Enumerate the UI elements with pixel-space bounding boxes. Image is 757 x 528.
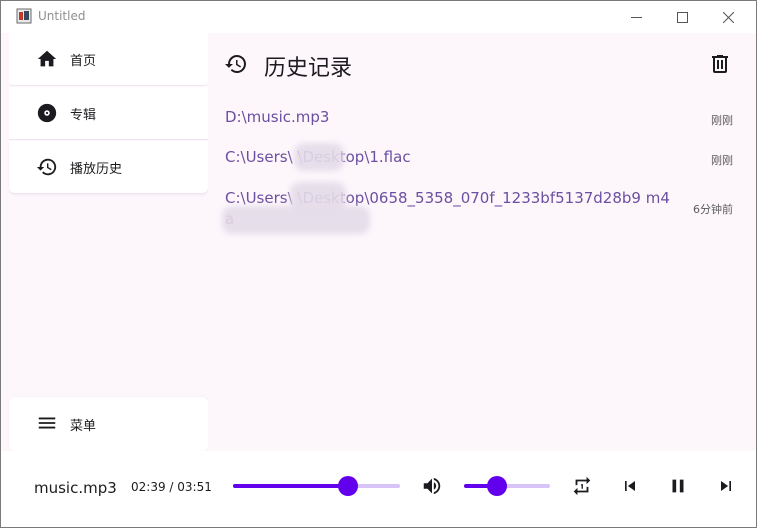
title-bar[interactable]: Untitled: [1, 1, 756, 33]
sidebar: 首页 专辑 播放历史 菜单: [9, 33, 208, 451]
history-item[interactable]: C:\Users\ \Desktop\0658_5358_070f_1233bf…: [208, 182, 749, 236]
minimize-button[interactable]: [613, 1, 659, 33]
main-content: 历史记录 D:\music.mp3 刚刚 C:\Users\ \Desktop\…: [208, 33, 749, 451]
clear-history-button[interactable]: [708, 52, 732, 76]
history-item-path: C:\Users\ \Desktop\1.flac: [225, 148, 411, 166]
close-button[interactable]: [705, 1, 751, 33]
app-icon: [16, 8, 32, 24]
repeat-icon: [573, 476, 591, 496]
history-icon: [36, 156, 58, 178]
next-icon: [721, 481, 731, 491]
sidebar-item-label: 播放历史: [70, 161, 123, 177]
track-time: 02:39 / 03:51: [131, 480, 212, 494]
track-name: music.mp3: [34, 479, 117, 497]
next-button[interactable]: [714, 474, 738, 498]
previous-button[interactable]: [618, 474, 642, 498]
history-item-path: D:\music.mp3: [225, 108, 330, 126]
progress-slider[interactable]: [233, 476, 400, 496]
redaction-blur: [294, 143, 344, 171]
sidebar-item-album[interactable]: 专辑: [9, 87, 208, 140]
home-icon: [36, 48, 58, 70]
menu-icon: [36, 412, 58, 434]
volume-thumb[interactable]: [486, 476, 507, 496]
sidebar-item-history[interactable]: 播放历史: [9, 141, 208, 194]
sidebar-menu-label: 菜单: [70, 418, 97, 434]
sidebar-item-label: 首页: [70, 53, 97, 69]
maximize-icon: [676, 11, 688, 23]
repeat-button[interactable]: [570, 474, 594, 498]
progress-fill: [233, 484, 349, 488]
history-item-time: 6分钟前: [693, 203, 733, 216]
sidebar-item-label: 专辑: [70, 107, 97, 123]
history-item-time: 刚刚: [711, 154, 733, 167]
pause-icon: [672, 479, 684, 493]
close-icon: [722, 11, 734, 23]
history-item[interactable]: D:\music.mp3 刚刚: [208, 107, 749, 137]
sidebar-item-home[interactable]: 首页: [9, 33, 208, 86]
history-item-time: 刚刚: [711, 114, 733, 127]
progress-thumb[interactable]: [338, 476, 359, 496]
app-window: Untitled 首页 专辑 播放历史 菜单 历史记录 D:\music.mp3…: [0, 0, 757, 528]
volume-icon: [423, 477, 441, 495]
volume-button[interactable]: [420, 474, 444, 498]
volume-slider[interactable]: [464, 476, 550, 496]
sidebar-menu-button[interactable]: 菜单: [9, 397, 208, 451]
minimize-icon: [630, 16, 642, 18]
album-icon: [36, 102, 58, 124]
pause-button[interactable]: [666, 474, 690, 498]
previous-icon: [625, 481, 635, 491]
maximize-button[interactable]: [659, 1, 705, 33]
page-title: 历史记录: [264, 56, 353, 81]
history-icon: [225, 55, 246, 73]
window-title: Untitled: [38, 9, 86, 23]
player-bar: music.mp3 02:39 / 03:51: [1, 451, 756, 527]
redaction-blur: [222, 206, 370, 234]
delete-icon: [712, 55, 728, 73]
history-item[interactable]: C:\Users\ \Desktop\1.flac 刚刚: [208, 143, 749, 177]
